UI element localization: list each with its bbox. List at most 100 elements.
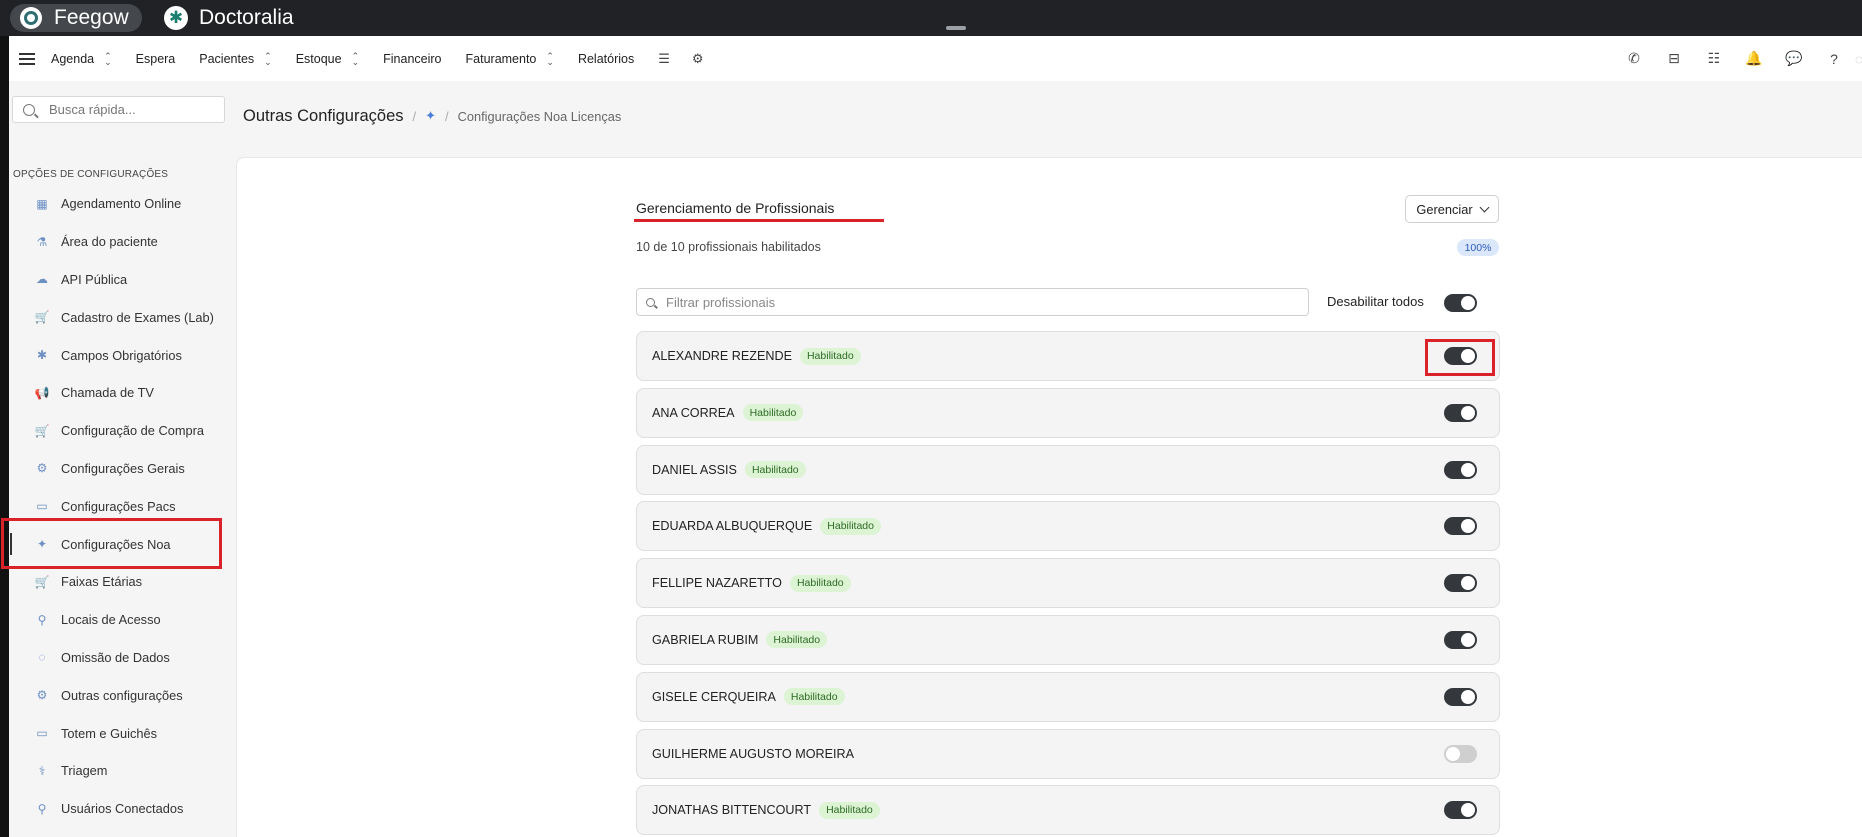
sidebar-item[interactable]: ⚙ Configurações Gerais: [9, 450, 235, 488]
page-title[interactable]: Outras Configurações: [243, 107, 404, 126]
nav-item-financeiro[interactable]: Financeiro: [383, 52, 441, 66]
doctoralia-logo-icon: ✱: [164, 6, 188, 30]
sidebar-item[interactable]: ✱ Campos Obrigatórios: [9, 336, 235, 374]
status-badge: Habilitado: [783, 688, 845, 706]
sidebar-item[interactable]: ⚗ Área do paciente: [9, 223, 235, 261]
sort-chevron-icon: ⌃ ⌄: [546, 50, 554, 67]
nav-item-label: Relatórios: [577, 51, 635, 66]
annotation-box-toggle: [1425, 339, 1495, 376]
filter-professionals-input[interactable]: Filtrar profissionais: [636, 288, 1309, 316]
enable-toggle[interactable]: [1444, 687, 1477, 706]
enable-toggle[interactable]: [1444, 630, 1477, 649]
sidebar-item[interactable]: ▭ Totem e Guichês: [9, 714, 235, 752]
professionals-list: ALEXANDRE REZENDE Habilitado ANA CORREA Hab…: [636, 331, 1500, 837]
nav-item-agenda[interactable]: Agenda ⌃ ⌄: [51, 51, 112, 66]
help-icon[interactable]: ?: [1826, 51, 1842, 67]
professional-row: ALEXANDRE REZENDE Habilitado: [636, 331, 1500, 381]
sidebar-item-label: Locais de Acesso: [61, 612, 161, 628]
breadcrumb-current: Configurações Noa Licenças: [457, 108, 622, 124]
nav-item-relatórios[interactable]: Relatórios: [578, 52, 634, 66]
cloud-icon: ☁: [36, 272, 48, 287]
status-badge: Habilitado: [819, 801, 880, 819]
sidebar-item[interactable]: 🛒 Configuração de Compra: [9, 412, 235, 450]
enable-toggle[interactable]: [1444, 403, 1477, 422]
left-window-edge: [0, 36, 9, 837]
sidebar-item[interactable]: ⚲ Locais de Acesso: [9, 601, 235, 639]
sidebar-item-label: Chamada de TV: [61, 385, 154, 401]
feegow-brand-tab[interactable]: Feegow: [10, 4, 142, 32]
status-badge: Habilitado: [820, 517, 881, 535]
tasks-icon[interactable]: ☷: [1706, 50, 1722, 67]
professional-row: JONATHAS BITTENCOURT Habilitado: [636, 785, 1500, 836]
menu-toggle-icon[interactable]: [19, 52, 35, 65]
window-grab-handle[interactable]: [946, 26, 966, 30]
status-badge: Habilitado: [789, 574, 851, 592]
sidebar-item-label: Configurações Pacs: [61, 498, 176, 514]
sidebar-item-label: Faixas Etárias: [61, 574, 143, 590]
status-badge: Habilitado: [742, 404, 804, 422]
sidebar-item-label: Triagem: [61, 763, 108, 779]
nav-item-estoque[interactable]: Estoque ⌃ ⌄: [295, 51, 359, 66]
nav-right-icons: ✆ ⊟ ☷ 🔔 💬 ? ◌: [1602, 36, 1862, 81]
inbox-icon[interactable]: ⊟: [1666, 50, 1682, 67]
professional-row: GISELE CERQUEIRA Habilitado: [636, 671, 1500, 722]
enable-toggle[interactable]: [1444, 460, 1477, 479]
sidebar-item-label: Configuração de Compra: [61, 423, 204, 439]
laptop-icon: ▭: [36, 726, 48, 741]
enable-toggle[interactable]: [1444, 574, 1477, 593]
professional-name: DANIEL ASSIS: [652, 462, 737, 477]
database-icon[interactable]: ☰: [658, 51, 670, 67]
flask-icon: ⚗: [36, 234, 48, 249]
enable-toggle[interactable]: [1444, 517, 1477, 536]
breadcrumb-separator: /: [412, 108, 417, 124]
sidebar-item[interactable]: 📢 Chamada de TV: [9, 374, 235, 412]
sidebar-item[interactable]: ☁ API Pública: [9, 261, 235, 299]
nav-item-label: Financeiro: [383, 51, 442, 66]
nav-item-label: Faturamento: [465, 51, 537, 66]
gear-icon[interactable]: ⚙: [692, 51, 704, 67]
professional-name: EDUARDA ALBUQUERQUE: [652, 519, 813, 534]
main-nav-bar: Agenda ⌃ ⌄ Espera Pacientes ⌃ ⌄ Estoque ⌃ ⌄ Financ…: [9, 36, 1862, 81]
cart-icon: 🛒: [34, 423, 50, 438]
sidebar-item-label: API Pública: [61, 271, 128, 287]
sidebar-item[interactable]: 🛒 Cadastro de Exames (Lab): [9, 298, 235, 336]
nav-item-label: Estoque: [295, 51, 342, 66]
filter-placeholder: Filtrar profissionais: [666, 294, 776, 310]
search-icon[interactable]: ◌: [1855, 51, 1862, 67]
asterisk-icon: ✱: [36, 348, 48, 363]
status-badge: Habilitado: [799, 347, 861, 365]
laptop-icon: ▭: [36, 499, 48, 514]
sidebar-item[interactable]: ⚲ Usuários Conectados: [9, 790, 235, 828]
professional-row: ANA CORREA Habilitado: [636, 387, 1500, 438]
phone-icon[interactable]: ✆: [1626, 50, 1642, 67]
doctoralia-brand-label: Doctoralia: [199, 6, 294, 29]
stethoscope-icon: ⚕: [38, 763, 46, 778]
professional-name: GUILHERME AUGUSTO MOREIRA: [652, 746, 854, 761]
bell-icon[interactable]: 🔔: [1745, 50, 1762, 67]
quick-search-input[interactable]: Busca rápida...: [12, 96, 225, 123]
status-badge: Habilitado: [766, 631, 828, 649]
enable-toggle[interactable]: [1444, 744, 1477, 763]
sidebar-item[interactable]: ⚕ Triagem: [9, 752, 235, 790]
sidebar-item-label: Totem e Guichês: [61, 725, 158, 741]
sidebar-item[interactable]: ▦ Agendamento Online: [9, 185, 235, 223]
sort-chevron-icon: ⌃ ⌄: [264, 50, 272, 67]
professional-name: ALEXANDRE REZENDE: [652, 349, 792, 363]
nav-item-label: Pacientes: [199, 51, 255, 66]
chevron-down-icon: [1479, 202, 1490, 212]
sidebar-item[interactable]: ◌ Omissão de Dados: [9, 639, 235, 677]
sparkles-icon: ✦: [425, 108, 437, 123]
sidebar-item[interactable]: ⚙ Outras configurações: [9, 676, 235, 714]
doctoralia-brand-tab[interactable]: ✱ Doctoralia: [164, 5, 294, 31]
disable-all-toggle[interactable]: [1444, 294, 1477, 312]
chat-icon[interactable]: 💬: [1785, 50, 1802, 67]
nav-item-espera[interactable]: Espera: [136, 52, 176, 66]
manage-dropdown-button[interactable]: Gerenciar: [1405, 195, 1499, 223]
search-icon: [646, 297, 655, 307]
enabled-summary: 10 de 10 profissionais habilitados: [636, 240, 821, 254]
professional-row: GUILHERME AUGUSTO MOREIRA: [636, 728, 1500, 779]
enable-toggle[interactable]: [1444, 801, 1477, 820]
nav-item-pacientes[interactable]: Pacientes ⌃ ⌄: [199, 50, 272, 67]
app-top-bar: Feegow ✱ Doctoralia: [0, 0, 1862, 36]
nav-item-faturamento[interactable]: Faturamento ⌃ ⌄: [465, 50, 554, 67]
